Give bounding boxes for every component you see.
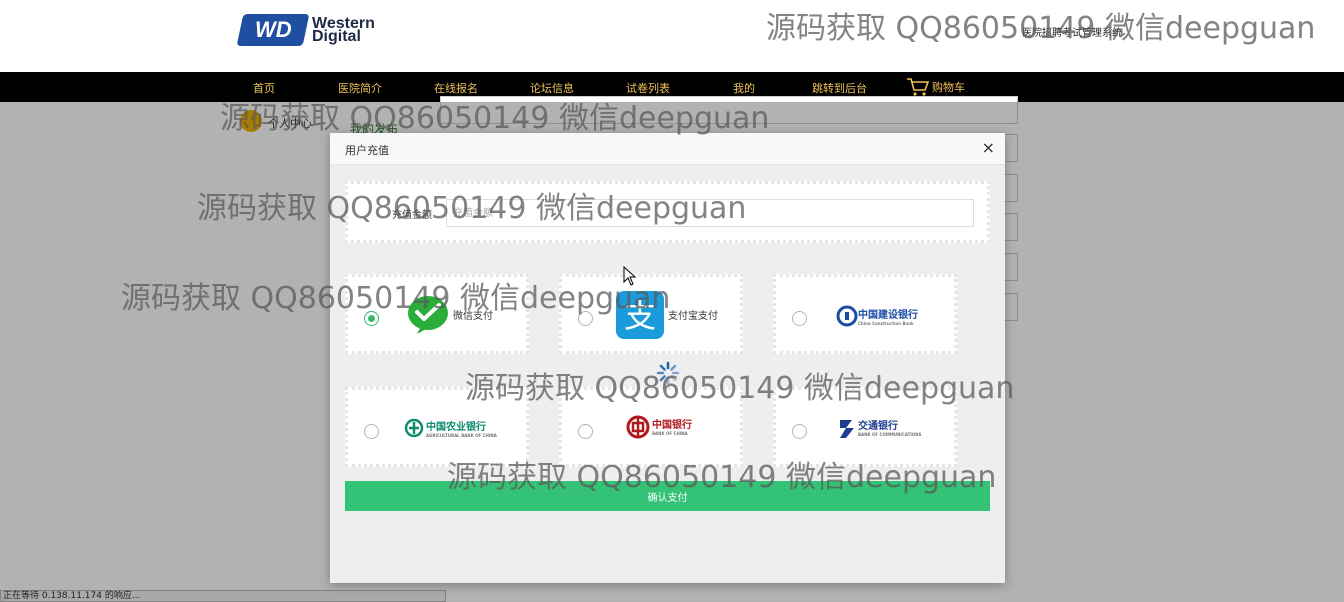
svg-text:支: 支 xyxy=(624,297,656,335)
payment-option-ccb[interactable]: 中国建设银行 China Construction Bank xyxy=(773,274,957,354)
modal-title: 用户充值 xyxy=(345,144,389,157)
boc-radio[interactable] xyxy=(578,424,593,439)
alipay-icon: 支 xyxy=(616,291,664,339)
amount-label: 充值金额 xyxy=(392,210,432,221)
wd-badge: WD xyxy=(236,14,310,46)
logo-text: Western Digital xyxy=(312,15,375,45)
bocom-label: 交通银行 BANK OF COMMUNICATIONS xyxy=(858,421,922,437)
nav-hospital-intro[interactable]: 医院简介 xyxy=(338,80,382,96)
payment-option-wechat[interactable]: 微信支付 xyxy=(345,274,529,354)
wechat-pay-icon xyxy=(408,296,448,334)
amount-input[interactable] xyxy=(446,199,974,227)
abc-radio[interactable] xyxy=(364,424,379,439)
nav-home[interactable]: 首页 xyxy=(253,80,275,96)
site-title: 医院招聘考试管理系统 xyxy=(1022,28,1122,39)
nav-admin[interactable]: 跳转到后台 xyxy=(812,80,867,96)
payment-option-boc[interactable]: 中国银行 BANK OF CHINA xyxy=(559,387,743,467)
western-digital-logo[interactable]: WD Western Digital xyxy=(236,14,375,46)
boc-icon xyxy=(626,415,650,439)
recharge-modal: 用户充值 × 充值金额 微信支付 支 支付宝支付 中国建设银行 China xyxy=(330,133,1005,583)
wechat-radio[interactable] xyxy=(364,311,379,326)
payment-option-bocom[interactable]: 交通银行 BANK OF COMMUNICATIONS xyxy=(773,387,957,467)
nav-forum[interactable]: 论坛信息 xyxy=(530,80,574,96)
abc-label: 中国农业银行 AGRICULTURAL BANK OF CHINA xyxy=(426,422,497,438)
abc-icon xyxy=(404,418,424,438)
wechat-label: 微信支付 xyxy=(453,311,493,322)
mouse-cursor-icon xyxy=(623,266,637,286)
close-icon[interactable]: × xyxy=(982,139,995,157)
ccb-icon xyxy=(836,305,858,327)
site-header: WD Western Digital 医院招聘考试管理系统 xyxy=(0,0,1344,72)
modal-header: 用户充值 × xyxy=(330,133,1005,165)
bocom-icon xyxy=(840,420,854,438)
alipay-label: 支付宝支付 xyxy=(668,311,718,322)
bocom-radio[interactable] xyxy=(792,424,807,439)
amount-row: 充值金额 xyxy=(345,181,990,243)
boc-label: 中国银行 BANK OF CHINA xyxy=(652,420,692,436)
loading-spinner-icon xyxy=(656,361,680,385)
confirm-payment-button[interactable]: 确认支付 xyxy=(345,481,990,511)
nav-exam-list[interactable]: 试卷列表 xyxy=(626,80,670,96)
ccb-radio[interactable] xyxy=(792,311,807,326)
nav-mine[interactable]: 我的 xyxy=(733,80,755,96)
alipay-radio[interactable] xyxy=(578,311,593,326)
payment-option-alipay[interactable]: 支 支付宝支付 xyxy=(559,274,743,354)
nav-online-register[interactable]: 在线报名 xyxy=(434,80,478,96)
cart-icon xyxy=(907,78,930,96)
payment-option-abc[interactable]: 中国农业银行 AGRICULTURAL BANK OF CHINA xyxy=(345,387,529,467)
ccb-label: 中国建设银行 China Construction Bank xyxy=(858,310,918,326)
nav-cart[interactable]: 购物车 xyxy=(906,77,965,97)
cart-label: 购物车 xyxy=(932,81,965,94)
